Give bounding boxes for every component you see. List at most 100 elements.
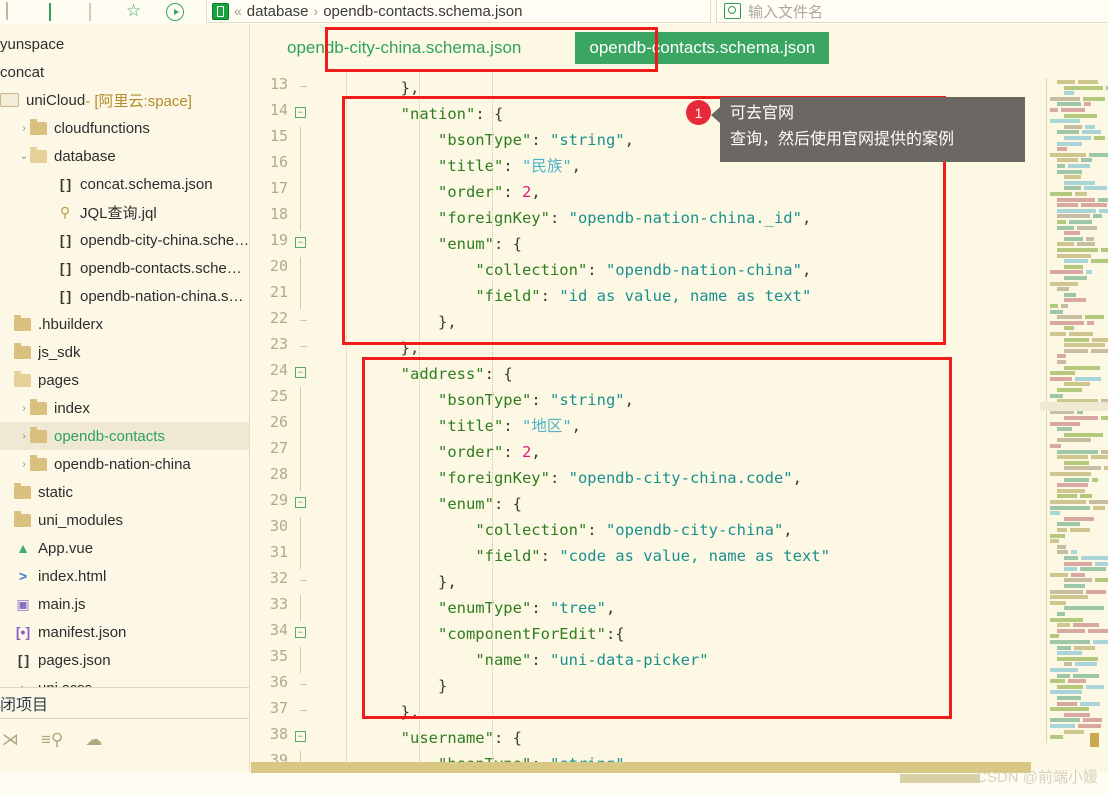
code-line[interactable]: "bsonType": "string", <box>326 127 634 153</box>
code-line[interactable]: "field": "code as value, name as text" <box>326 543 830 569</box>
disclosure-arrow-icon[interactable]: › <box>44 207 56 218</box>
tree-item-hbuilderx[interactable]: › .hbuilderx <box>0 310 249 338</box>
tree-item-opendb-contacts[interactable]: › opendb-contacts <box>0 422 249 450</box>
tree-item-concat-schema-json[interactable]: ›[ ] concat.schema.json <box>0 170 249 198</box>
fold-collapse-icon[interactable]: − <box>295 367 306 378</box>
tree-item-yunspace[interactable]: ›yunspace <box>0 30 249 58</box>
minimap[interactable] <box>1040 72 1108 749</box>
disclosure-arrow-icon[interactable]: › <box>2 319 14 330</box>
forward-icon[interactable] <box>86 3 104 21</box>
fold-collapse-icon[interactable]: − <box>295 627 306 638</box>
disclosure-arrow-icon[interactable]: › <box>18 403 30 414</box>
tree-item-jql-jql[interactable]: ›⚲ JQL查询.jql <box>0 198 249 226</box>
tree-item-cloudfunctions[interactable]: › cloudfunctions <box>0 114 249 142</box>
cloud-icon[interactable]: ☁ <box>85 730 102 750</box>
sidebar-scroll-marker[interactable] <box>1090 733 1099 747</box>
tree-item-js-sdk[interactable]: › js_sdk <box>0 338 249 366</box>
code-line[interactable]: "nation": { <box>326 101 504 127</box>
tree-item-opendb-nation-china[interactable]: › opendb-nation-china <box>0 450 249 478</box>
code-line[interactable]: "componentForEdit":{ <box>326 621 625 647</box>
fold-collapse-icon[interactable]: − <box>295 731 306 742</box>
tree-item-app-vue[interactable]: ›▲ App.vue <box>0 534 249 562</box>
disclosure-arrow-icon[interactable]: › <box>44 291 56 302</box>
close-project-row[interactable]: 闭项目 <box>0 687 249 719</box>
file-search-bar[interactable]: 输入文件名 <box>716 0 1108 23</box>
tree-item-pages[interactable]: › pages <box>0 366 249 394</box>
back-icon[interactable] <box>46 3 64 21</box>
code-line[interactable]: "order": 2, <box>326 179 541 205</box>
disclosure-arrow-icon[interactable]: › <box>2 515 14 526</box>
disclosure-arrow-icon[interactable]: › <box>18 431 30 442</box>
tree-item-index[interactable]: › index <box>0 394 249 422</box>
disclosure-arrow-icon[interactable]: › <box>18 459 30 470</box>
code-line[interactable]: }, <box>326 699 420 725</box>
breadcrumb[interactable]: « database › opendb-contacts.schema.json <box>206 0 711 23</box>
window-icon[interactable] <box>6 2 24 21</box>
tree-item-database[interactable]: ⌄ database <box>0 142 249 170</box>
tree-item-manifest-json[interactable]: ›[•] manifest.json <box>0 618 249 646</box>
horizontal-scrollbar[interactable] <box>251 762 1031 773</box>
tree-item-main-js[interactable]: ›▣ main.js <box>0 590 249 618</box>
code-line[interactable]: "field": "id as value, name as text" <box>326 283 811 309</box>
tree-item-pages-json[interactable]: ›[ ] pages.json <box>0 646 249 674</box>
search-input[interactable]: 输入文件名 <box>748 1 823 22</box>
tree-item-opendb-nation-china-s[interactable]: ›[ ] opendb-nation-china.s… <box>0 282 249 310</box>
outline-search-icon[interactable]: ≡⚲ <box>41 730 63 750</box>
tree-item-opendb-contacts-sche[interactable]: ›[ ] opendb-contacts.sche… <box>0 254 249 282</box>
disclosure-arrow-icon[interactable]: › <box>2 543 14 554</box>
disclosure-arrow-icon[interactable]: › <box>2 347 14 358</box>
run-icon[interactable] <box>166 3 184 21</box>
editor-tab-inactive[interactable]: opendb-city-china.schema.json <box>281 35 527 61</box>
project-sidebar[interactable]: ›yunspace›concat›uniCloud - [阿里云:space]›… <box>0 24 250 771</box>
json-file-icon: [ ] <box>59 232 71 248</box>
disclosure-arrow-icon[interactable]: › <box>2 487 14 498</box>
disclosure-arrow-icon[interactable]: › <box>44 235 56 246</box>
minimap-viewport[interactable] <box>1040 402 1108 411</box>
code-line[interactable]: }, <box>326 335 420 361</box>
disclosure-arrow-icon[interactable]: › <box>2 655 14 666</box>
disclosure-arrow-icon[interactable]: › <box>44 179 56 190</box>
tree-item-concat[interactable]: ›concat <box>0 58 249 86</box>
fold-collapse-icon[interactable]: − <box>295 497 306 508</box>
code-line[interactable]: "order": 2, <box>326 439 541 465</box>
breadcrumb-file[interactable]: opendb-contacts.schema.json <box>323 3 522 20</box>
code-lines[interactable]: }, "nation": { "bsonType": "string", "ti… <box>326 72 1108 771</box>
code-line[interactable]: } <box>326 673 447 699</box>
fold-collapse-icon[interactable]: − <box>295 237 306 248</box>
editor-tab-active[interactable]: opendb-contacts.schema.json <box>575 32 830 64</box>
tree-item-opendb-city-china-sche[interactable]: ›[ ] opendb-city-china.sche… <box>0 226 249 254</box>
minimap-line <box>1081 203 1107 208</box>
tree-item-uni-modules[interactable]: › uni_modules <box>0 506 249 534</box>
star-icon[interactable]: ☆ <box>126 2 144 21</box>
branch-icon[interactable]: ⋊ <box>2 730 19 750</box>
code-area[interactable]: 13 14−15 16 17 18 19−20 21 22 23 24−25 26 27 28 29−30… <box>251 72 1108 771</box>
code-line[interactable]: "collection": "opendb-nation-china", <box>326 257 811 283</box>
fold-guide-line <box>300 387 301 413</box>
tree-item-unicloud[interactable]: ›uniCloud - [阿里云:space] <box>0 86 249 114</box>
fold-collapse-icon[interactable]: − <box>295 107 306 118</box>
code-line[interactable]: "foreignKey": "opendb-city-china.code", <box>326 465 802 491</box>
file-tree[interactable]: ›yunspace›concat›uniCloud - [阿里云:space]›… <box>0 24 249 702</box>
disclosure-arrow-icon[interactable]: › <box>2 375 14 386</box>
tree-item-index-html[interactable]: › > index.html <box>0 562 249 590</box>
disclosure-arrow-icon[interactable]: ⌄ <box>18 151 30 162</box>
disclosure-arrow-icon[interactable]: › <box>18 123 30 134</box>
tree-item-label: pages <box>38 371 79 389</box>
disclosure-arrow-icon[interactable]: › <box>2 599 14 610</box>
disclosure-arrow-icon[interactable]: › <box>2 627 14 638</box>
code-line[interactable]: "foreignKey": "opendb-nation-china._id", <box>326 205 811 231</box>
code-line[interactable]: "bsonType": "string", <box>326 387 634 413</box>
breadcrumb-root[interactable]: database <box>247 3 309 20</box>
code-line[interactable]: "collection": "opendb-city-china", <box>326 517 792 543</box>
code-line[interactable]: }, <box>326 75 420 101</box>
editor-tab-strip[interactable]: opendb-city-china.schema.json opendb-cont… <box>251 24 1108 72</box>
disclosure-arrow-icon[interactable]: › <box>2 571 14 582</box>
code-line[interactable]: "title": "地区", <box>326 413 581 439</box>
disclosure-arrow-icon[interactable]: › <box>44 263 56 274</box>
tree-item-static[interactable]: › static <box>0 478 249 506</box>
code-line[interactable]: "title": "民族", <box>326 153 581 179</box>
code-line[interactable]: "name": "uni-data-picker" <box>326 647 708 673</box>
code-line[interactable]: "enumType": "tree", <box>326 595 615 621</box>
sidebar-toolbar[interactable]: ⋊ ≡⚲ ☁ <box>0 721 249 759</box>
